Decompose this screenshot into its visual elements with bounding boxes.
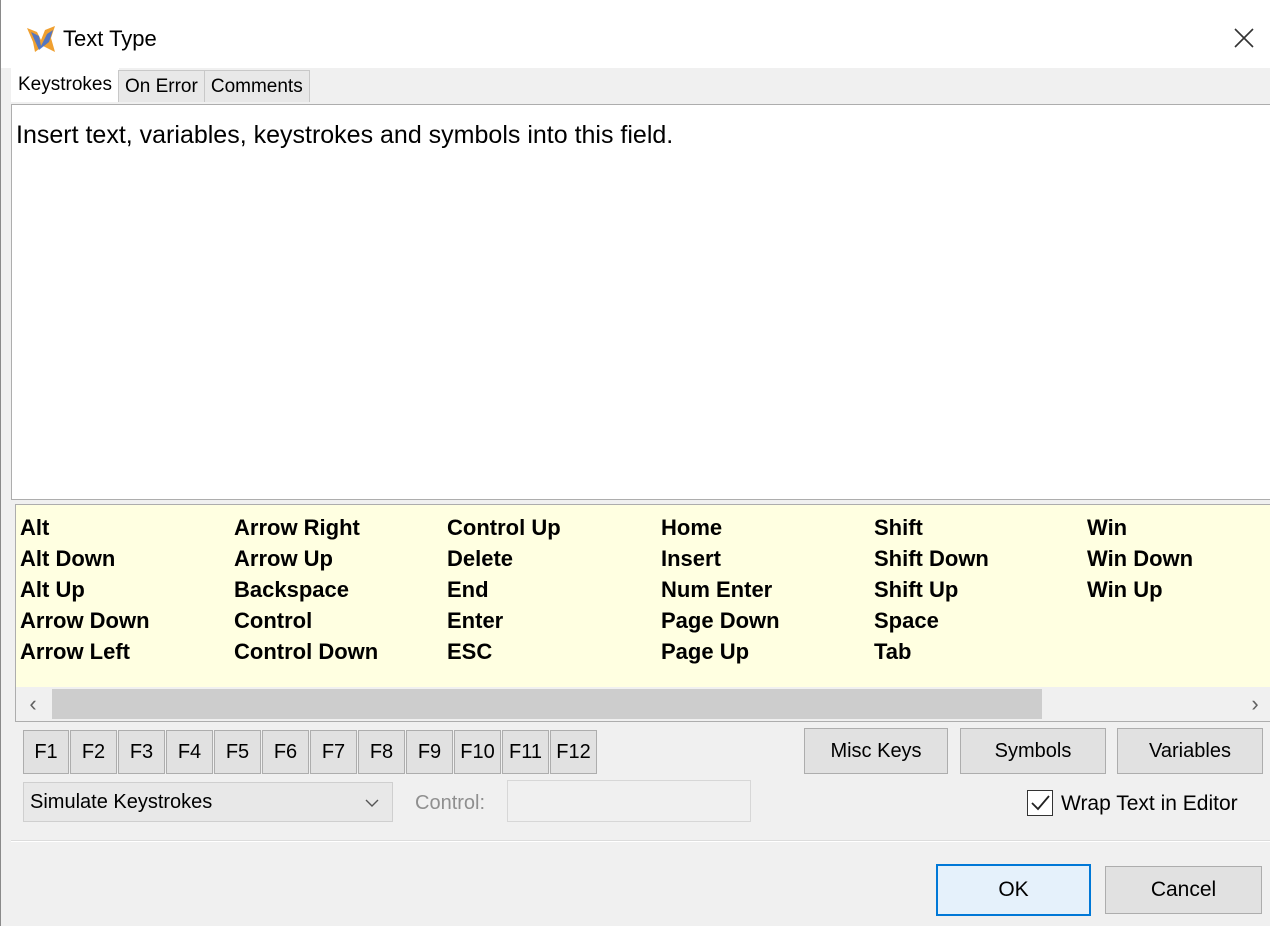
dialog-title: Text Type — [63, 26, 157, 51]
control-field[interactable] — [507, 780, 751, 822]
key-item[interactable]: Arrow Up — [234, 544, 447, 575]
key-item[interactable]: Win — [1087, 513, 1247, 544]
close-button[interactable] — [1223, 18, 1265, 58]
f10-button[interactable]: F10 — [454, 730, 501, 774]
tab-comments[interactable]: Comments — [203, 70, 310, 102]
variables-button[interactable]: Variables — [1117, 728, 1263, 774]
f12-button[interactable]: F12 — [550, 730, 597, 774]
key-item[interactable]: Control Up — [447, 513, 661, 544]
key-item[interactable]: ESC — [447, 637, 661, 668]
symbols-button[interactable]: Symbols — [960, 728, 1106, 774]
chevron-down-icon — [365, 799, 379, 807]
key-item[interactable]: Win Up — [1087, 575, 1247, 606]
key-item[interactable]: Space — [874, 606, 1087, 637]
key-item[interactable]: End — [447, 575, 661, 606]
key-item[interactable]: Shift — [874, 513, 1087, 544]
key-item[interactable]: Shift Up — [874, 575, 1087, 606]
ok-button[interactable]: OK — [936, 864, 1091, 916]
mode-select-value: Simulate Keystrokes — [30, 790, 213, 813]
key-item[interactable]: Num Enter — [661, 575, 874, 606]
key-item[interactable]: Alt — [20, 513, 234, 544]
key-item[interactable]: Page Up — [661, 637, 874, 668]
f2-button[interactable]: F2 — [70, 730, 117, 774]
wrap-text-label[interactable]: Wrap Text in Editor — [1061, 792, 1238, 816]
function-keys: F1 F2 F3 F4 F5 F6 F7 F8 F9 F10 F11 F12 — [23, 730, 598, 774]
key-item[interactable]: Control — [234, 606, 447, 637]
text-editor[interactable]: Insert text, variables, keystrokes and s… — [11, 104, 1270, 500]
close-icon — [1234, 28, 1254, 48]
key-item[interactable]: Delete — [447, 544, 661, 575]
key-item[interactable]: Arrow Left — [20, 637, 234, 668]
key-item[interactable]: Backspace — [234, 575, 447, 606]
mode-select[interactable]: Simulate Keystrokes — [23, 782, 393, 822]
f9-button[interactable]: F9 — [406, 730, 453, 774]
f7-button[interactable]: F7 — [310, 730, 357, 774]
wrap-text-checkbox[interactable] — [1027, 790, 1053, 816]
key-item[interactable]: Arrow Right — [234, 513, 447, 544]
tab-on-error[interactable]: On Error — [117, 70, 205, 102]
key-item[interactable]: Shift Down — [874, 544, 1087, 575]
f5-button[interactable]: F5 — [214, 730, 261, 774]
key-item[interactable]: Home — [661, 513, 874, 544]
key-item[interactable]: Win Down — [1087, 544, 1247, 575]
tab-strip: Keystrokes On Error Comments — [11, 66, 310, 102]
scroll-right-icon[interactable]: › — [1238, 687, 1270, 721]
key-item[interactable]: Page Down — [661, 606, 874, 637]
keystroke-grid: Alt Alt Down Alt Up Arrow Down Arrow Lef… — [20, 513, 1247, 668]
f1-button[interactable]: F1 — [23, 730, 69, 774]
text-type-dialog: Text Type Keystrokes On Error Comments I… — [0, 0, 1270, 926]
footer-divider — [11, 840, 1270, 842]
checkmark-icon — [1031, 795, 1050, 811]
horizontal-scrollbar[interactable]: ‹ › — [16, 687, 1270, 721]
f4-button[interactable]: F4 — [166, 730, 213, 774]
key-item[interactable]: Enter — [447, 606, 661, 637]
key-item[interactable]: Arrow Down — [20, 606, 234, 637]
f11-button[interactable]: F11 — [502, 730, 549, 774]
key-item[interactable]: Alt Down — [20, 544, 234, 575]
control-label: Control: — [415, 792, 486, 814]
key-item[interactable]: Alt Up — [20, 575, 234, 606]
tab-keystrokes[interactable]: Keystrokes — [11, 66, 119, 102]
editor-text: Insert text, variables, keystrokes and s… — [16, 121, 674, 149]
scrollbar-thumb[interactable] — [52, 689, 1042, 719]
cancel-button[interactable]: Cancel — [1105, 866, 1262, 914]
misc-keys-button[interactable]: Misc Keys — [804, 728, 948, 774]
app-icon — [25, 24, 57, 54]
f8-button[interactable]: F8 — [358, 730, 405, 774]
f6-button[interactable]: F6 — [262, 730, 309, 774]
scroll-left-icon[interactable]: ‹ — [16, 687, 50, 721]
f3-button[interactable]: F3 — [118, 730, 165, 774]
key-item[interactable]: Control Down — [234, 637, 447, 668]
key-item[interactable]: Tab — [874, 637, 1087, 668]
key-item[interactable]: Insert — [661, 544, 874, 575]
keystroke-list-panel: Alt Alt Down Alt Up Arrow Down Arrow Lef… — [15, 504, 1270, 722]
title-bar: Text Type — [1, 0, 1270, 68]
